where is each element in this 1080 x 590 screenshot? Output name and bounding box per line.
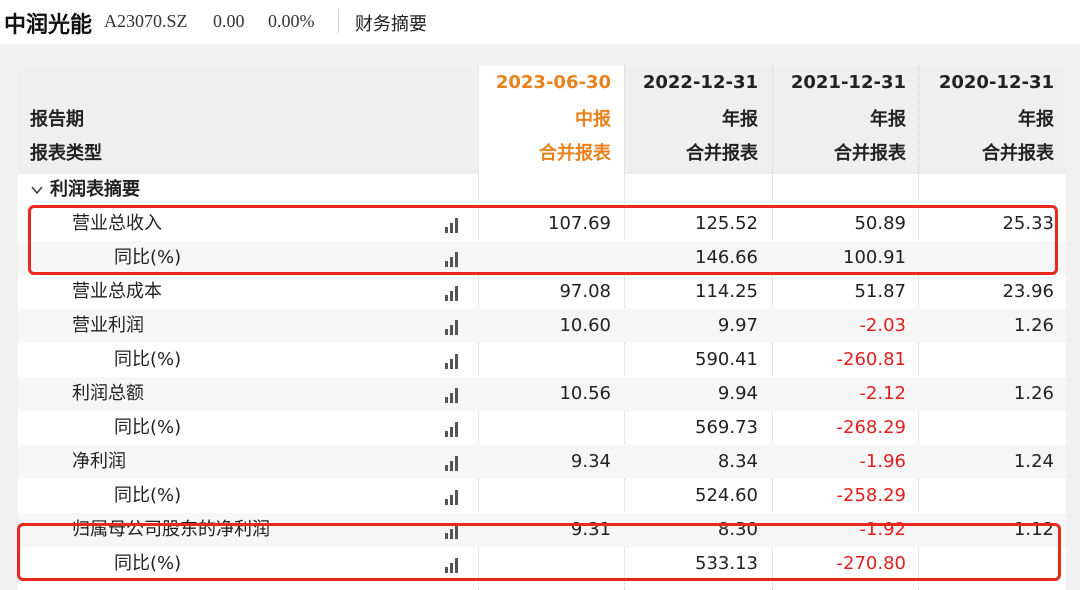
table-row	[18, 309, 1066, 343]
table-row	[18, 377, 1066, 411]
bar-chart-icon-bar	[445, 397, 448, 403]
column-header-date[interactable]: 2020-12-31	[939, 66, 1054, 100]
column-header-date[interactable]: 2021-12-31	[791, 66, 906, 100]
column-header-type[interactable]: 合并报表	[539, 137, 611, 171]
bar-chart-icon-bar	[445, 295, 448, 301]
column-header-type[interactable]: 合并报表	[686, 137, 758, 171]
value-cell: 1.26	[1013, 383, 1054, 404]
column-header-period[interactable]: 中报	[575, 103, 611, 137]
bar-chart-icon-bar	[450, 291, 453, 301]
value-cell: 590.41	[695, 349, 758, 370]
column-header-type[interactable]: 合并报表	[982, 137, 1054, 171]
bar-chart-icon-bar	[450, 359, 453, 369]
divider	[338, 9, 339, 33]
section-title[interactable]: 财务摘要	[355, 10, 427, 36]
value-cell: 8.34	[717, 451, 758, 472]
bar-chart-icon[interactable]	[445, 353, 463, 369]
value-cell: 97.08	[559, 281, 611, 302]
highlight-box	[17, 523, 1061, 581]
bar-chart-icon-bar	[450, 495, 453, 505]
row-label: 同比(%)	[114, 349, 182, 370]
value-cell: 524.60	[695, 485, 758, 506]
column-header-date[interactable]: 2023-06-30	[496, 66, 611, 100]
bar-chart-icon-bar	[455, 320, 458, 335]
bar-chart-icon-bar	[450, 461, 453, 471]
bar-chart-icon[interactable]	[445, 387, 463, 403]
value-cell: 9.94	[717, 383, 758, 404]
stock-change-pct: 0.00%	[268, 11, 315, 31]
bar-chart-icon[interactable]	[445, 421, 463, 437]
row-label-type: 报表类型	[30, 143, 102, 164]
bar-chart-icon[interactable]	[445, 489, 463, 505]
column-header-period[interactable]: 年报	[870, 103, 906, 137]
value-cell: 1.26	[1013, 315, 1054, 336]
bar-chart-icon-bar	[445, 465, 448, 471]
bar-chart-icon-bar	[455, 354, 458, 369]
value-cell: 51.87	[854, 281, 906, 302]
highlight-box	[28, 205, 1058, 275]
bar-chart-icon-bar	[450, 393, 453, 403]
value-cell: -258.29	[836, 485, 906, 506]
value-cell: 23.96	[1002, 281, 1054, 302]
value-cell: -2.12	[859, 383, 906, 404]
top-bar: 中润光能 A23070.SZ 0.00 0.00% 财务摘要	[0, 0, 1080, 42]
stock-name: 中润光能	[4, 12, 93, 38]
bar-chart-icon-bar	[445, 329, 448, 335]
row-label: 同比(%)	[114, 485, 182, 506]
bar-chart-icon[interactable]	[445, 455, 463, 471]
value-cell: 9.97	[717, 315, 758, 336]
row-label-period: 报告期	[30, 109, 84, 130]
row-label: 净利润	[72, 451, 126, 472]
section-title-income[interactable]: 利润表摘要	[50, 173, 140, 207]
bar-chart-icon-bar	[450, 325, 453, 335]
bar-chart-icon[interactable]	[445, 285, 463, 301]
value-cell: -1.96	[859, 451, 906, 472]
column-header-period[interactable]: 年报	[1018, 103, 1054, 137]
bar-chart-icon-bar	[455, 490, 458, 505]
stock-price: 0.00	[213, 11, 245, 31]
bar-chart-icon-bar	[455, 286, 458, 301]
bar-chart-icon-bar	[455, 388, 458, 403]
row-label: 同比(%)	[114, 417, 182, 438]
row-label: 营业总成本	[72, 281, 162, 302]
value-cell: 114.25	[695, 281, 758, 302]
table-row	[18, 275, 1066, 309]
value-cell: 9.34	[570, 451, 611, 472]
column-header-period[interactable]: 年报	[722, 103, 758, 137]
stock-code: A23070.SZ	[104, 11, 188, 31]
value-cell: -268.29	[836, 417, 906, 438]
bar-chart-icon-bar	[445, 363, 448, 369]
value-cell: 569.73	[695, 417, 758, 438]
value-cell: 10.60	[559, 315, 611, 336]
chevron-down-icon[interactable]	[30, 173, 44, 207]
bar-chart-icon-bar	[450, 427, 453, 437]
bar-chart-icon-bar	[445, 431, 448, 437]
column-header-date[interactable]: 2022-12-31	[643, 66, 758, 100]
row-label: 营业利润	[72, 315, 144, 336]
bar-chart-icon[interactable]	[445, 319, 463, 335]
bar-chart-icon-bar	[445, 499, 448, 505]
value-cell: -2.03	[859, 315, 906, 336]
bar-chart-icon-bar	[455, 456, 458, 471]
value-cell: -260.81	[836, 349, 906, 370]
table-row	[18, 445, 1066, 479]
value-cell: 1.24	[1013, 451, 1054, 472]
row-label: 利润总额	[72, 383, 144, 404]
value-cell: 10.56	[559, 383, 611, 404]
bar-chart-icon-bar	[455, 422, 458, 437]
column-header-type[interactable]: 合并报表	[834, 137, 906, 171]
